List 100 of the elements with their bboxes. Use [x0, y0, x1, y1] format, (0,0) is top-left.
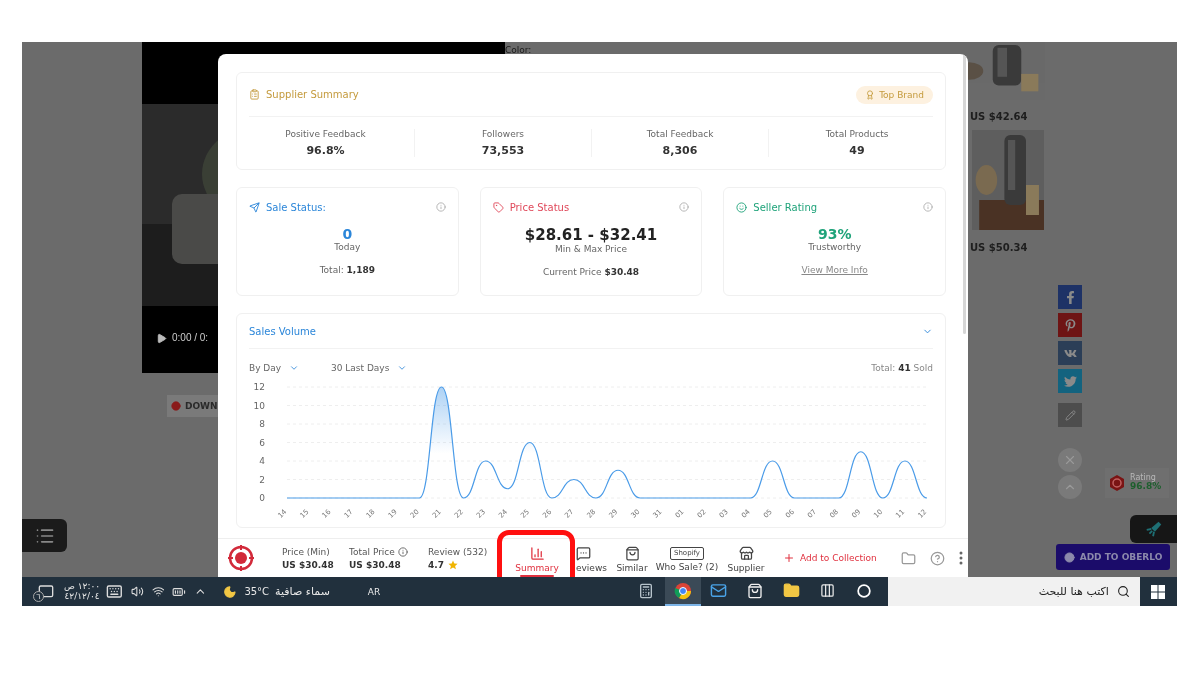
stat-label: Total Feedback	[646, 129, 714, 139]
view-more-link[interactable]: View More Info	[801, 265, 868, 275]
card-caption: Today	[334, 242, 361, 252]
search-placeholder: اكتب هنا للبحث	[1038, 585, 1109, 598]
product-price: US $50.34	[970, 242, 1028, 253]
folder-button[interactable]	[900, 550, 916, 566]
windows-icon	[1151, 584, 1166, 599]
stat-label: Followers	[481, 129, 525, 139]
stat-value: 96.8%	[306, 144, 345, 157]
info-icon[interactable]	[397, 546, 408, 557]
card-footer: Total: 1,189	[319, 265, 376, 275]
axis-label: 2	[259, 474, 265, 485]
more-button[interactable]	[958, 551, 963, 565]
twitter-icon	[1063, 374, 1077, 388]
axis-label: 10	[253, 400, 265, 411]
task-view-icon	[820, 583, 836, 598]
toolbar-tab[interactable]: Supplier	[718, 539, 774, 577]
bag-icon	[624, 545, 640, 561]
video-time: 0:00 / 0:	[172, 332, 209, 343]
record-icon	[171, 401, 181, 411]
calculator-icon	[638, 582, 655, 599]
price-label: Price (Min)	[282, 546, 331, 557]
notification-count: ٦	[33, 590, 44, 602]
clock-time[interactable]: ١٢:٠٠ ص	[64, 581, 101, 592]
stat-label: Total Products	[825, 129, 889, 139]
toolbar-tab[interactable]: eviews	[576, 539, 608, 577]
folder-icon	[900, 550, 916, 566]
target-logo-icon[interactable]	[228, 545, 254, 571]
toolbar-tab[interactable]: Similar	[608, 539, 656, 577]
pinterest-icon	[1063, 318, 1077, 332]
bar-chart-icon	[529, 545, 545, 561]
period-dropdown[interactable]: By Day	[249, 363, 331, 373]
star-icon	[447, 559, 458, 570]
axis-label: 0	[259, 493, 265, 503]
review-label: Review (532)	[428, 546, 489, 557]
range-dropdown[interactable]: 30 Last Days	[331, 363, 441, 373]
target-icon	[1108, 474, 1126, 492]
speech-bubble-icon	[576, 545, 591, 561]
scrollbar[interactable]	[963, 54, 966, 334]
color-label: Color:	[505, 45, 532, 55]
help-button[interactable]	[929, 550, 945, 566]
price-value: US $30.48	[282, 559, 335, 570]
card-title: Sales Volume	[249, 325, 317, 337]
keyboard-icon[interactable]	[106, 583, 123, 600]
price-value: US $30.48	[349, 559, 402, 570]
mail-icon	[710, 582, 728, 599]
smiley-icon	[736, 201, 748, 213]
clipboard-icon	[249, 89, 260, 100]
stat-value: 8,306	[662, 144, 698, 157]
plus-icon	[783, 552, 795, 564]
card-title: Price Status	[509, 201, 571, 213]
search-icon	[1116, 585, 1130, 598]
card-value: 0	[342, 226, 353, 242]
plus-circle-icon	[1063, 551, 1075, 563]
card-title: Sale Status:	[266, 201, 327, 213]
facebook-button[interactable]	[1058, 285, 1082, 309]
add-to-oberlo-button[interactable]: ADD TO OBERLO	[1056, 544, 1170, 570]
stat-value: 73,553	[481, 144, 525, 157]
folder-icon	[782, 582, 800, 599]
toolbar-tab[interactable]: Summary	[498, 539, 576, 577]
tag-icon	[492, 201, 504, 213]
stat-value: 49	[849, 144, 865, 157]
axis-label: 12	[253, 382, 265, 392]
rating-value: 96.8%	[1130, 482, 1162, 493]
product-price: US $42.64	[970, 111, 1028, 122]
search-field[interactable]: اكتب هنا للبحث	[887, 577, 1140, 606]
card-footer: Current Price $30.48	[542, 267, 640, 277]
language-indicator[interactable]: AR	[367, 586, 381, 597]
pinterest-button[interactable]	[1058, 313, 1082, 337]
taskbar-app[interactable]	[664, 577, 701, 606]
bag-icon	[747, 582, 764, 599]
top-brand-badge: Top Brand	[856, 85, 933, 104]
card-value: $28.61 - $32.41	[524, 226, 658, 244]
total-sold: Total: 41 Sold	[871, 363, 933, 373]
review-score: 4.7	[428, 559, 444, 570]
temperature[interactable]: 35°C	[244, 586, 270, 597]
axis-label: 4	[259, 456, 265, 466]
circle-icon	[856, 583, 871, 598]
add-to-collection-button[interactable]: Add to Collection	[783, 552, 877, 564]
clock-date[interactable]: ٤٢/١٢/٠٤	[64, 591, 100, 602]
store-icon	[738, 545, 754, 561]
chevron-down-icon	[397, 363, 408, 373]
menu-button[interactable]	[22, 519, 67, 552]
stat-label: Positive Feedback	[285, 129, 366, 139]
weather-text[interactable]: سماء صافية	[275, 585, 330, 598]
speaker-icon[interactable]	[130, 585, 144, 598]
card-caption: Trustworthy	[808, 242, 862, 252]
vk-button[interactable]	[1058, 341, 1082, 365]
card-value: 93%	[817, 226, 852, 242]
card-title: Seller Rating	[753, 201, 819, 213]
pencil-icon	[1064, 409, 1076, 421]
more-icon	[958, 551, 963, 565]
rating-label: Rating	[1130, 473, 1156, 483]
price-label: Total Price	[349, 546, 428, 557]
help-icon	[929, 550, 945, 566]
chevron-down-icon	[289, 363, 300, 373]
tool-tile[interactable]	[1130, 515, 1177, 543]
moon-icon	[222, 584, 237, 599]
wifi-icon[interactable]	[151, 585, 165, 598]
play-icon[interactable]	[156, 333, 167, 344]
